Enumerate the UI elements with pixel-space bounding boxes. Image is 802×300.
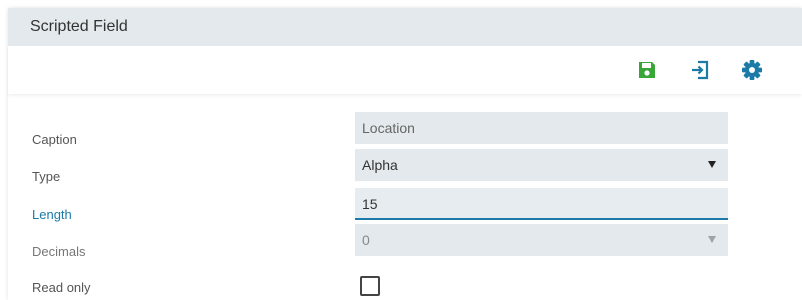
toolbar <box>8 46 802 94</box>
read-only-label: Read only <box>32 280 91 295</box>
save-icon <box>639 62 655 78</box>
decimals-label: Decimals <box>32 244 86 259</box>
decimals-value: 0 <box>362 232 370 248</box>
length-value: 15 <box>362 196 378 212</box>
scripted-field-panel: Scripted Field Caption Location Type Alp… <box>8 8 802 300</box>
type-select[interactable]: Alpha <box>355 149 728 181</box>
type-label: Type <box>32 169 61 184</box>
caption-value: Location <box>362 120 415 136</box>
caption-label: Caption <box>32 132 77 147</box>
decimals-select: 0 <box>355 224 728 256</box>
exit-icon <box>692 60 709 80</box>
dropdown-arrow-icon <box>708 161 716 168</box>
panel-header: Scripted Field <box>8 8 802 46</box>
gear-icon <box>742 60 762 80</box>
field-form: Caption Location Type Alpha Length 15 De… <box>8 94 802 300</box>
panel-title: Scripted Field <box>30 18 128 35</box>
length-input[interactable]: 15 <box>355 188 728 220</box>
save-button[interactable] <box>636 59 658 81</box>
type-value: Alpha <box>362 157 398 173</box>
dropdown-arrow-icon <box>708 236 716 243</box>
settings-button[interactable] <box>741 59 763 81</box>
length-label: Length <box>32 207 72 222</box>
caption-field: Location <box>355 112 728 144</box>
exit-button[interactable] <box>689 59 711 81</box>
read-only-checkbox[interactable] <box>360 276 380 296</box>
